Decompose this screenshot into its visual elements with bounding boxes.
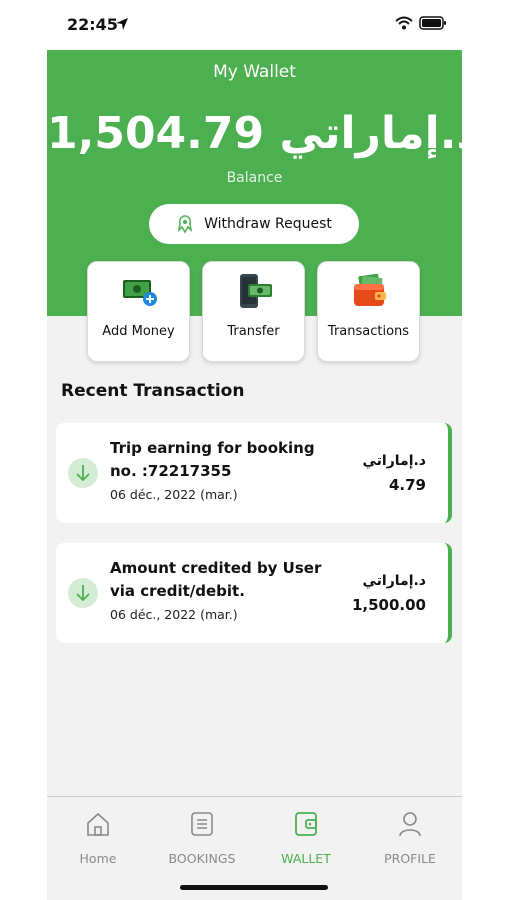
nav-profile-label: PROFILE xyxy=(384,851,436,866)
transfer-label: Transfer xyxy=(227,324,280,339)
add-money-button[interactable]: Add Money xyxy=(87,261,190,362)
location-arrow-icon xyxy=(116,18,128,30)
home-indicator xyxy=(180,885,328,890)
down-arrow-icon xyxy=(68,458,98,488)
down-arrow-icon xyxy=(68,578,98,608)
transaction-date: 06 déc., 2022 (mar.) xyxy=(110,607,238,622)
transfer-phone-icon xyxy=(240,274,272,308)
withdraw-icon xyxy=(177,215,193,234)
phone-screen: 22:45 My Wallet 1,504.79 د.إماراتي Balan… xyxy=(47,0,462,900)
withdraw-request-button[interactable]: Withdraw Request xyxy=(149,204,359,244)
nav-home-label: Home xyxy=(79,851,117,866)
transaction-date: 06 déc., 2022 (mar.) xyxy=(110,487,238,502)
nav-wallet-label: WALLET xyxy=(281,851,331,866)
transfer-button[interactable]: Transfer xyxy=(202,261,305,362)
page-title: My Wallet xyxy=(213,62,296,82)
transaction-currency: د.إماراتي xyxy=(362,453,426,469)
transaction-currency: د.إماراتي xyxy=(362,573,426,589)
recent-transaction-heading: Recent Transaction xyxy=(61,381,245,401)
transaction-card[interactable]: Trip earning for booking no. :72217355 0… xyxy=(56,423,452,523)
transactions-button[interactable]: Transactions xyxy=(317,261,420,362)
transaction-amount: 4.79 xyxy=(388,476,426,494)
home-icon xyxy=(87,812,109,836)
status-bar: 22:45 xyxy=(47,0,462,50)
wallet-nav-icon xyxy=(295,812,317,836)
transaction-title: Trip earning for booking no. :72217355 xyxy=(110,439,315,480)
nav-profile[interactable]: PROFILE xyxy=(360,809,460,869)
transaction-title: Amount credited by User via credit/debit… xyxy=(110,559,322,600)
nav-home[interactable]: Home xyxy=(48,809,148,869)
nav-bookings[interactable]: BOOKINGS xyxy=(152,809,252,869)
transaction-card[interactable]: Amount credited by User via credit/debit… xyxy=(56,543,452,643)
balance-label: Balance xyxy=(226,170,283,186)
add-money-icon xyxy=(123,280,157,306)
bookings-icon xyxy=(191,812,213,836)
profile-icon xyxy=(399,812,421,837)
battery-icon xyxy=(419,16,446,30)
transaction-amount: 1,500.00 xyxy=(351,596,426,614)
nav-bookings-label: BOOKINGS xyxy=(168,851,236,866)
transactions-label: Transactions xyxy=(327,324,410,339)
withdraw-request-label: Withdraw Request xyxy=(204,216,332,232)
balance-amount: 1,504.79 د.إماراتي xyxy=(47,108,462,159)
status-time: 22:45 xyxy=(67,15,118,34)
nav-wallet[interactable]: WALLET xyxy=(256,809,356,869)
add-money-label: Add Money xyxy=(102,324,175,339)
wifi-icon xyxy=(395,16,413,30)
wallet-icon xyxy=(354,273,386,306)
